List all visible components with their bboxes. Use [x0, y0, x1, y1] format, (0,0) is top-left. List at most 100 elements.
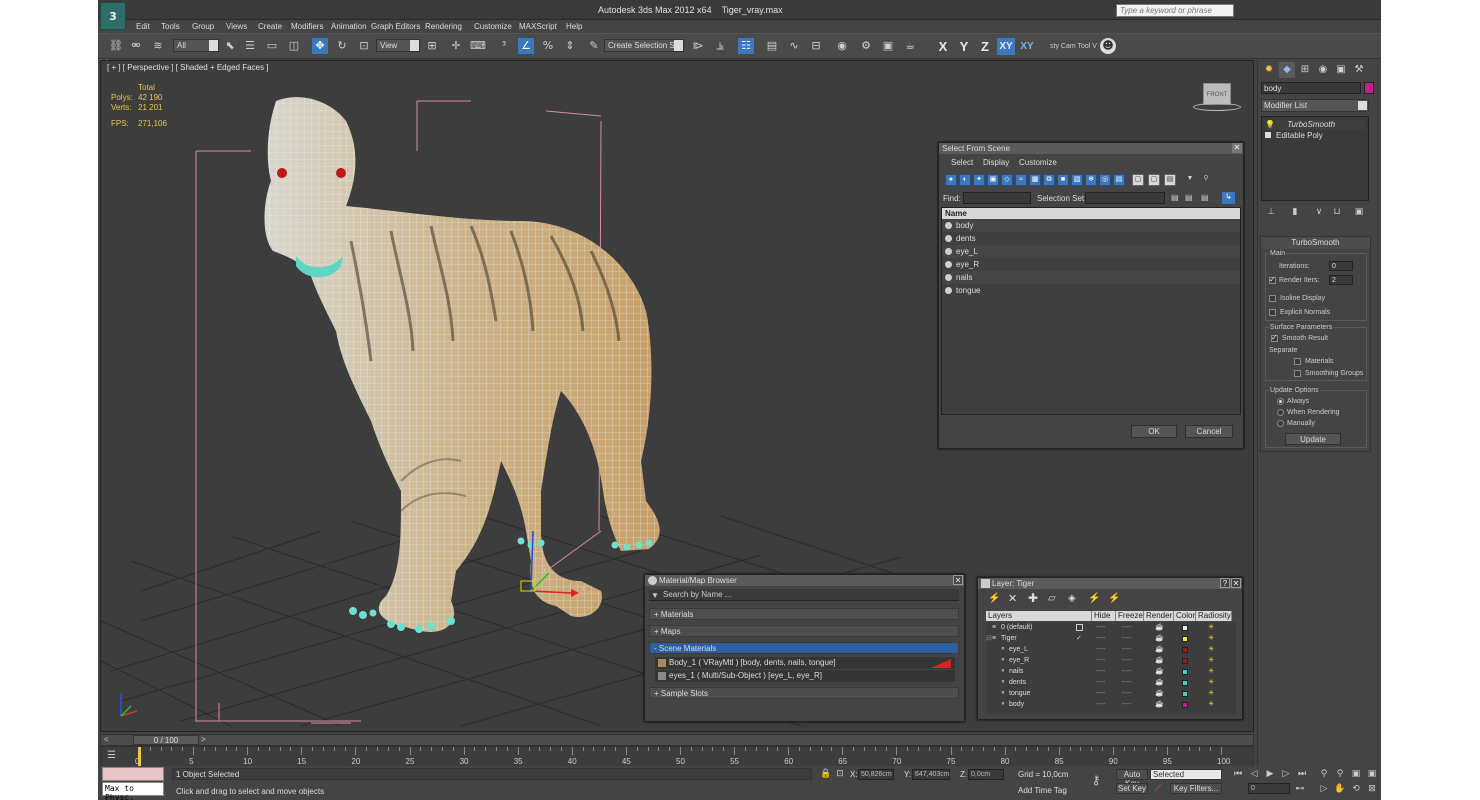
close-icon[interactable]: ✕	[1232, 143, 1242, 153]
search-options-icon[interactable]: ▼	[651, 591, 659, 600]
viewcube[interactable]: FRONT	[1193, 83, 1241, 113]
select-and-scale-icon[interactable]: ⊡	[356, 38, 372, 54]
layer-row[interactable]: ⚬ nails ---- ---- ☕ ☀	[1000, 666, 1250, 677]
next-key-icon[interactable]: ▷	[1280, 768, 1292, 780]
link-icon[interactable]: ⛓	[108, 38, 124, 54]
render-icon[interactable]: ☕	[1155, 677, 1164, 688]
layer-row[interactable]: ⊟ ≡ Tiger ✓ ---- ---- ☕ ☀	[986, 633, 1236, 644]
material-item-eyes[interactable]: eyes_1 ( Multi/Sub-Object ) [eye_L, eye_…	[655, 670, 955, 682]
selection-set-dropdown[interactable]	[1085, 192, 1165, 204]
layer-row[interactable]: ⚬ body ---- ---- ☕ ☀	[1000, 699, 1250, 710]
layer-dialog-title[interactable]: Layer: Tiger	[978, 578, 1242, 589]
viewport-label[interactable]: [ + ] [ Perspective ] [ Shaded + Edged F…	[107, 63, 268, 72]
align-icon[interactable]: ⫡	[712, 38, 728, 54]
help-button[interactable]: ?	[1220, 578, 1230, 588]
highlight-layer-icon[interactable]: ◈	[1068, 593, 1076, 604]
next-frame-icon[interactable]: >	[201, 735, 206, 744]
named-selection-dropdown[interactable]: Create Selection Se	[604, 39, 684, 52]
layer-color-swatch[interactable]	[1182, 691, 1188, 697]
prev-frame-icon[interactable]: <	[104, 735, 109, 744]
isoline-display-checkbox[interactable]	[1269, 295, 1276, 302]
key-filters-button[interactable]: Key Filters...	[1170, 783, 1222, 794]
modifier-stack[interactable]: 💡 TurboSmooth Editable Poly	[1261, 116, 1369, 201]
display-children-icon[interactable]: ▤	[1164, 174, 1176, 186]
make-unique-icon[interactable]: ∨	[1313, 206, 1325, 218]
render-icon[interactable]: ☕	[1155, 655, 1164, 666]
menu-tools[interactable]: Tools	[161, 22, 180, 31]
sample-slots-section[interactable]: + Sample Slots	[649, 687, 959, 699]
maxscript-mini-listener[interactable]: Max to Physc.	[102, 782, 164, 800]
display-none-icon[interactable]: ▢	[1132, 174, 1144, 186]
add-time-tag[interactable]: Add Time Tag	[1018, 786, 1067, 795]
zoom-icon[interactable]: ⚲	[1318, 768, 1330, 780]
keyboard-shortcut-icon[interactable]: ⌨	[470, 38, 486, 54]
cancel-button[interactable]: Cancel	[1185, 425, 1233, 438]
update-button[interactable]: Update	[1285, 433, 1341, 445]
auto-key-button[interactable]: Auto Key	[1116, 769, 1148, 788]
spinner-snap-icon[interactable]: ⇕	[562, 38, 578, 54]
go-to-start-icon[interactable]: ⏮	[1232, 768, 1244, 780]
xy-plane-constraint[interactable]: XY	[997, 38, 1015, 55]
selection-filter-dropdown[interactable]: All	[173, 39, 219, 52]
zoom-extents-icon[interactable]: ▣	[1350, 768, 1362, 780]
object-name-input[interactable]: body	[1261, 82, 1361, 94]
menu-views[interactable]: Views	[226, 22, 247, 31]
sfs-option-icon-2[interactable]: ▤	[1185, 193, 1195, 203]
radiosity-icon[interactable]: ☀	[1208, 666, 1214, 677]
mirror-icon[interactable]: ⧐	[690, 38, 706, 54]
material-editor-icon[interactable]: ◉	[834, 38, 850, 54]
sfs-menu-select[interactable]: Select	[951, 158, 973, 167]
app-logo-icon[interactable]: 3	[100, 2, 126, 30]
key-icon[interactable]: ⚷	[1090, 774, 1102, 786]
hierarchy-tab-icon[interactable]: ⊞	[1297, 62, 1313, 78]
update-manually-radio[interactable]	[1277, 420, 1284, 427]
edit-named-selection-icon[interactable]: ✎	[586, 38, 602, 54]
mini-curve-editor-icon[interactable]: ☰	[107, 750, 121, 762]
delete-layer-icon[interactable]: ✕	[1008, 592, 1017, 605]
smooth-result-checkbox[interactable]	[1271, 333, 1278, 342]
rendered-frame-icon[interactable]: ▣	[880, 38, 896, 54]
material-search-input[interactable]: Search by Name ...	[649, 589, 959, 601]
motion-tab-icon[interactable]: ◉	[1315, 62, 1331, 78]
render-icon[interactable]: ☕	[1155, 633, 1164, 644]
keyword-search-input[interactable]: Type a keyword or phrase	[1116, 4, 1234, 17]
radiosity-icon[interactable]: ☀	[1208, 677, 1214, 688]
key-mode-toggle-icon[interactable]: ⊷	[1294, 783, 1306, 795]
remove-modifier-icon[interactable]: ⊔	[1331, 206, 1343, 218]
absolute-transform-icon[interactable]: ⊡	[834, 768, 846, 780]
graphite-ribbon-icon[interactable]: ▤	[764, 38, 780, 54]
reference-coordinate-dropdown[interactable]: View	[376, 39, 420, 52]
sfs-menu-customize[interactable]: Customize	[1019, 158, 1057, 167]
select-from-scene-title[interactable]: Select From Scene	[939, 143, 1243, 154]
layer-color-swatch[interactable]	[1182, 669, 1188, 675]
shapes-filter-icon[interactable]: ◐	[959, 174, 971, 186]
filter-icon[interactable]: ▼	[1184, 174, 1196, 186]
current-frame-marker[interactable]	[138, 747, 141, 767]
pin-stack-icon[interactable]: ⊥	[1265, 206, 1277, 218]
percent-snap-icon[interactable]: %	[540, 38, 556, 54]
rollout-title[interactable]: TurboSmooth	[1261, 237, 1370, 249]
sfs-menu-display[interactable]: Display	[983, 158, 1009, 167]
layer-color-swatch[interactable]	[1182, 702, 1188, 708]
menu-help[interactable]: Help	[566, 22, 582, 31]
time-slider-thumb[interactable]: 0 / 100	[133, 735, 199, 745]
configure-modifier-sets-icon[interactable]: ▣	[1353, 206, 1365, 218]
chevron-down-icon[interactable]	[1358, 101, 1367, 110]
close-icon[interactable]: ✕	[1231, 578, 1241, 588]
select-objects-icon[interactable]: ▱	[1048, 593, 1056, 604]
lights-filter-icon[interactable]: ✦	[973, 174, 985, 186]
render-icon[interactable]: ☕	[1155, 699, 1164, 710]
unlink-icon[interactable]: ⚮	[128, 38, 144, 54]
show-end-result-icon[interactable]: ▮	[1289, 206, 1301, 218]
freeze-all-icon[interactable]: ⚡	[1108, 593, 1120, 604]
list-item[interactable]: eye_L	[942, 245, 1240, 258]
sfs-option-icon-1[interactable]: ▤	[1171, 193, 1181, 203]
radiosity-icon[interactable]: ☀	[1208, 622, 1214, 633]
radiosity-icon[interactable]: ☀	[1208, 644, 1214, 655]
select-manipulate-icon[interactable]: ✛	[448, 38, 464, 54]
layer-manager-icon[interactable]: ☷	[738, 38, 754, 54]
active-layer-checkmark[interactable]: ✓	[1076, 633, 1082, 644]
geometry-filter-icon[interactable]: ●	[945, 174, 957, 186]
render-icon[interactable]: ☕	[1155, 666, 1164, 677]
rectangular-selection-icon[interactable]: ▭	[264, 38, 280, 54]
